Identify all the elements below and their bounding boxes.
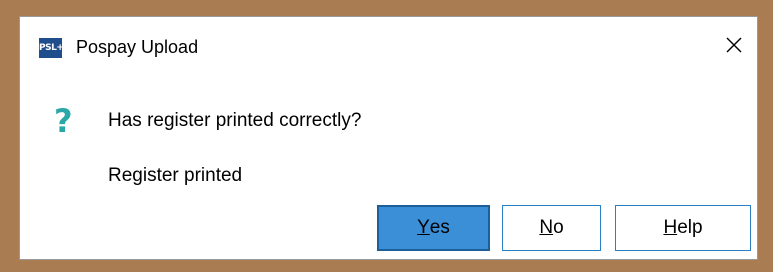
no-mnemonic: N (539, 217, 554, 238)
message-dialog: PSL+ Pospay Upload ? Has register printe… (19, 16, 758, 260)
help-mnemonic: H (663, 217, 678, 238)
help-label-rest: elp (677, 217, 703, 238)
yes-label-rest: es (429, 217, 450, 238)
title-bar[interactable]: PSL+ Pospay Upload (20, 17, 757, 75)
question-icon: ? (54, 102, 73, 140)
window-title: Pospay Upload (76, 37, 199, 57)
app-icon: PSL+ (39, 38, 64, 58)
help-button[interactable]: Help (615, 205, 751, 251)
question-text: Has register printed correctly? (108, 110, 362, 131)
dialog-body: ? Has register printed correctly? Regist… (20, 75, 757, 259)
no-button[interactable]: No (502, 205, 601, 251)
yes-button[interactable]: Yes (377, 205, 490, 251)
yes-mnemonic: Y (417, 217, 430, 238)
close-icon (726, 37, 742, 53)
no-label-rest: o (553, 217, 564, 238)
close-button[interactable] (711, 25, 757, 65)
detail-text: Register printed (108, 165, 243, 186)
